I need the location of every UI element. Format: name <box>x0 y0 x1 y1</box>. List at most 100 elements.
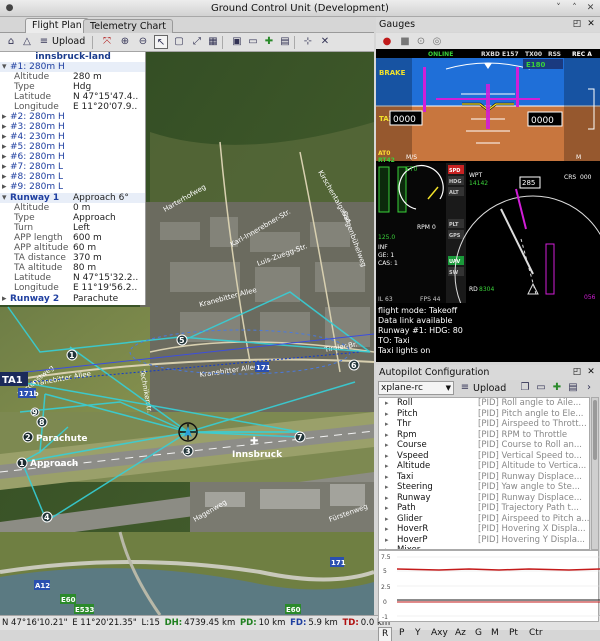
waypoint-item[interactable]: ▸ #7: 280m L <box>0 162 145 172</box>
expand-icon[interactable]: ▸ <box>385 503 389 514</box>
pid-list[interactable]: ▸ Roll [PID] Roll angle to Aile... ▸ Pitch [P… <box>378 397 590 550</box>
mission-tree[interactable]: innsbruck-land ▾ #1: 280m H Altitude 280 … <box>0 52 146 305</box>
waypoint-marker[interactable]: 8 <box>39 418 45 427</box>
axis-tab-g[interactable]: G <box>472 627 485 641</box>
zoom-out-icon[interactable]: ⊖ <box>136 35 150 49</box>
pid-row[interactable]: ▸ Rpm [PID] RPM to Throttle <box>379 430 589 441</box>
axis-tab-m[interactable]: M <box>488 627 502 641</box>
properties-icon[interactable]: ▤ <box>566 381 580 395</box>
eject-icon[interactable]: ⊙ <box>414 35 428 49</box>
grid-tool-icon[interactable]: ▦ <box>206 35 220 49</box>
waypoint-marker[interactable]: 5 <box>179 336 185 345</box>
expand-icon[interactable]: ▸ <box>385 398 389 409</box>
aircraft-icon[interactable]: △ <box>20 35 34 49</box>
axis-tab-ctr[interactable]: Ctr <box>526 627 546 641</box>
pid-row[interactable]: ▸ Altitude [PID] Altitude to Vertica... <box>379 461 589 472</box>
copy-icon[interactable]: ❐ <box>518 381 532 395</box>
window-menu-icon[interactable]: ● <box>4 3 15 14</box>
runway-property[interactable]: TA distance 370 m <box>0 253 145 263</box>
runway-property[interactable]: APP length 600 m <box>0 233 145 243</box>
waypoint-property[interactable]: Altitude 280 m <box>0 72 145 82</box>
expand-icon[interactable]: ▸ <box>385 493 389 504</box>
more-icon[interactable]: › <box>582 381 596 395</box>
waypoint-item[interactable]: ▸ #4: 230m H <box>0 132 145 142</box>
ta1-marker[interactable]: TA1 <box>0 372 28 386</box>
expand-icon[interactable]: ▸ <box>385 482 389 493</box>
waypoint-marker[interactable]: 6 <box>351 361 357 370</box>
runway-property[interactable]: Longitude E 11°19'56.2.. <box>0 283 145 293</box>
autopilot-upload-button[interactable]: Upload <box>473 383 506 394</box>
pid-row[interactable]: ▸ Course [PID] Course to Roll an... <box>379 440 589 451</box>
waypoint-item[interactable]: ▸ #9: 280m L <box>0 182 145 192</box>
runway-property[interactable]: Type Approach <box>0 213 145 223</box>
expand-icon[interactable]: ▸ <box>385 430 389 441</box>
config-select[interactable]: xplane-rc ▼ <box>378 381 454 395</box>
expand-icon[interactable]: ▸ <box>385 535 389 546</box>
float-panel-icon[interactable]: ◰ <box>572 367 582 377</box>
upload-button[interactable]: Upload <box>52 36 85 47</box>
close-window-button[interactable]: ✕ <box>585 3 596 14</box>
runway-item[interactable]: ▾ Runway 1 Approach 6° <box>0 193 145 203</box>
waypoint-item[interactable]: ▸ #8: 280m L <box>0 172 145 182</box>
pid-row[interactable]: ▸ Steering [PID] Yaw angle to Ste... <box>379 482 589 493</box>
expand-icon[interactable]: ▸ <box>385 440 389 451</box>
axis-tab-p[interactable]: P <box>396 627 407 641</box>
upload-icon[interactable]: ≡ <box>37 35 51 49</box>
waypoint-item[interactable]: ▸ #2: 280m H <box>0 112 145 122</box>
expand-icon[interactable]: ▸ <box>385 451 389 462</box>
waypoint-marker[interactable]: 1 <box>69 351 75 360</box>
expand-icon[interactable]: ▸ <box>385 514 389 525</box>
aircraft-symbol[interactable] <box>178 422 198 442</box>
maximize-button[interactable]: ˄ <box>569 3 580 14</box>
tab-telemetry-chart[interactable]: Telemetry Chart <box>83 19 173 33</box>
waypoint-marker[interactable]: 3 <box>185 447 191 456</box>
waypoint-property[interactable]: Type Hdg <box>0 82 145 92</box>
record-icon[interactable]: ● <box>380 35 394 49</box>
waypoint-item[interactable]: ▸ #5: 280m H <box>0 142 145 152</box>
runway-property[interactable]: TA altitude 80 m <box>0 263 145 273</box>
pid-row[interactable]: ▸ Glider [PID] Airspeed to Pitch a... <box>379 514 589 525</box>
waypoint-tool-icon[interactable]: ⊹ <box>301 35 315 49</box>
axis-tab-az[interactable]: Az <box>452 627 469 641</box>
add-icon[interactable]: ✚ <box>550 381 564 395</box>
paste-icon[interactable]: ▭ <box>534 381 548 395</box>
axis-tab-r[interactable]: R <box>378 627 393 641</box>
pointer-tool-icon[interactable]: ↖ <box>154 35 168 49</box>
zoom-fit-icon[interactable]: ⤧ <box>100 35 114 49</box>
pid-row[interactable]: ▸ Runway [PID] Runway Displace... <box>379 493 589 504</box>
pid-row[interactable]: ▸ Pitch [PID] Pitch angle to Ele... <box>379 409 589 420</box>
waypoint-property[interactable]: Latitude N 47°15'47.4.. <box>0 92 145 102</box>
pid-row[interactable]: ▸ Vspeed [PID] Vertical Speed to... <box>379 451 589 462</box>
waypoint-item[interactable]: ▸ #6: 280m H <box>0 152 145 162</box>
open-icon[interactable]: ▭ <box>246 35 260 49</box>
axis-tab-y[interactable]: Y <box>412 627 424 641</box>
axis-tab-axy[interactable]: Axy <box>428 627 451 641</box>
tab-flight-plan[interactable]: Flight Plan <box>25 18 89 34</box>
runway-property[interactable]: Altitude 0 m <box>0 203 145 213</box>
close-panel-icon[interactable]: ✕ <box>586 19 596 29</box>
runway-property[interactable]: Turn Left <box>0 223 145 233</box>
waypoint-marker[interactable]: 7 <box>297 433 303 442</box>
camera-icon[interactable]: ◎ <box>430 35 444 49</box>
expand-icon[interactable]: ▸ <box>385 419 389 430</box>
float-panel-icon[interactable]: ◰ <box>572 19 582 29</box>
pid-row[interactable]: ▸ Path [PID] Trajectory Path t... <box>379 503 589 514</box>
expand-icon[interactable]: ▸ <box>385 461 389 472</box>
waypoint-marker[interactable]: 4 <box>44 513 50 522</box>
remove-tool-icon[interactable]: ✕ <box>318 35 332 49</box>
select-tool-icon[interactable]: ▢ <box>172 35 186 49</box>
expand-icon[interactable]: ▸ <box>385 472 389 483</box>
new-icon[interactable]: ✚ <box>262 35 276 49</box>
waypoint-property[interactable]: Longitude E 11°20'07.9.. <box>0 102 145 112</box>
pid-row[interactable]: ▸ HoverP [PID] Hovering Y Displa... <box>379 535 589 546</box>
runway-property[interactable]: Latitude N 47°15'32.2.. <box>0 273 145 283</box>
upload-icon[interactable]: ≡ <box>458 381 472 395</box>
scale-tool-icon[interactable]: ⤢ <box>190 35 204 49</box>
axis-tab-pt[interactable]: Pt <box>506 627 521 641</box>
pid-row[interactable]: ▸ Roll [PID] Roll angle to Aile... <box>379 398 589 409</box>
pid-list-scrollbar[interactable] <box>591 397 599 550</box>
pid-row[interactable]: ▸ Taxi [PID] Runway Displace... <box>379 472 589 483</box>
stop-icon[interactable]: ■ <box>398 35 412 49</box>
close-panel-icon[interactable]: ✕ <box>586 367 596 377</box>
save-icon[interactable]: ▣ <box>230 35 244 49</box>
